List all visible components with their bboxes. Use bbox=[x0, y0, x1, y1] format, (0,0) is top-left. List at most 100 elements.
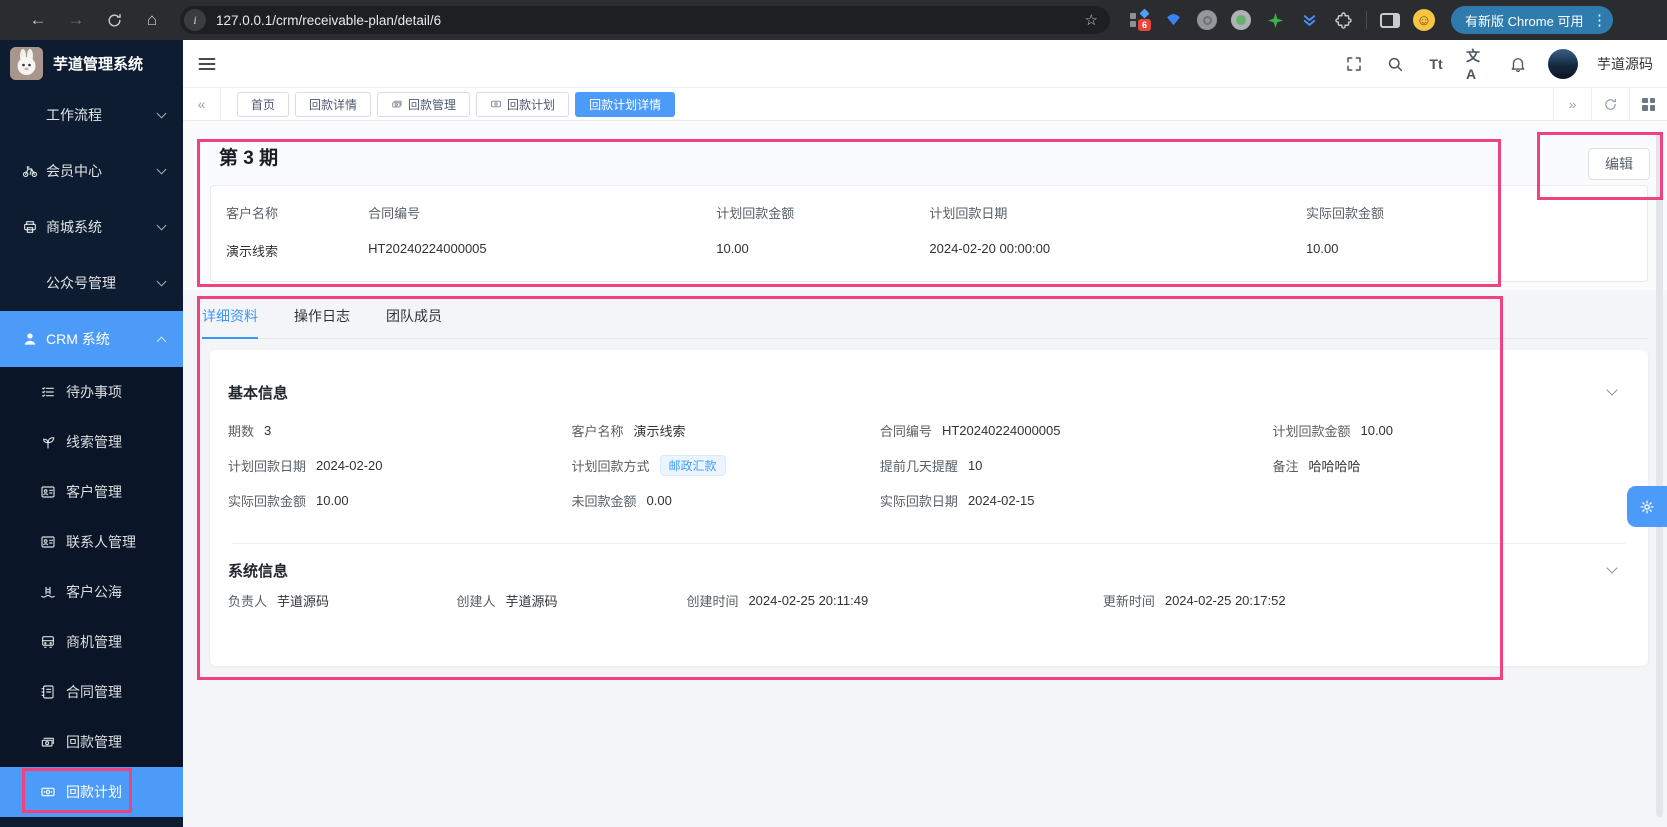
field-contract-no: 合同编号 HT20240224000005 bbox=[879, 422, 1061, 439]
sidebar-item-workflow[interactable]: 工作流程 bbox=[0, 87, 183, 143]
collapse-chevron-icon[interactable] bbox=[1606, 384, 1618, 396]
sidebar-crm-submenu: 待办事项 线索管理 客户管理 联系人管理 客户公海 商机管理 合同管理 回款管理… bbox=[0, 367, 183, 817]
sidebar-item-leads[interactable]: 线索管理 bbox=[0, 417, 183, 467]
tabs-scroll-right-icon[interactable]: » bbox=[1553, 88, 1591, 120]
sidebar-item-mall-system[interactable]: 商城系统 bbox=[0, 199, 183, 255]
sidebar-item-contacts[interactable]: 联系人管理 bbox=[0, 517, 183, 567]
home-icon[interactable]: ⌂ bbox=[140, 8, 164, 32]
field-actual-date: 实际回款日期 2024-02-15 bbox=[879, 492, 1035, 509]
page-content: 第 3 期 编辑 客户名称 演示线索 合同编号 HT20240224000005 bbox=[183, 121, 1667, 827]
side-panel-icon[interactable] bbox=[1379, 9, 1401, 31]
user-avatar[interactable] bbox=[1548, 48, 1578, 79]
tabs-scroll-left-icon[interactable]: « bbox=[183, 88, 221, 120]
tab-team-members[interactable]: 团队成员 bbox=[386, 306, 442, 338]
contract-icon bbox=[40, 684, 56, 700]
bike-icon bbox=[22, 163, 38, 179]
sidebar-item-contracts[interactable]: 合同管理 bbox=[0, 667, 183, 717]
summary-col: 合同编号 HT20240224000005 bbox=[368, 206, 487, 256]
extension-chevrons-icon[interactable] bbox=[1298, 9, 1320, 31]
bookmark-star-icon[interactable]: ☆ bbox=[1085, 11, 1098, 29]
chrome-update-button[interactable]: 有新版 Chrome 可用 ⋮ bbox=[1451, 6, 1614, 34]
todo-list-icon bbox=[40, 384, 56, 400]
refresh-icon[interactable] bbox=[1591, 88, 1629, 120]
bell-icon[interactable] bbox=[1507, 53, 1529, 75]
search-icon[interactable] bbox=[1384, 53, 1406, 75]
field-update-time: 更新时间 2024-02-25 20:17:52 bbox=[1102, 592, 1286, 609]
profile-avatar-icon[interactable]: ☺ bbox=[1413, 9, 1435, 31]
extensions-row: 6 ☺ bbox=[1128, 8, 1435, 31]
field-create-time: 创建时间 2024-02-25 20:11:49 bbox=[686, 592, 869, 609]
language-icon[interactable]: 文A bbox=[1466, 48, 1488, 82]
summary-grid: 客户名称 演示线索 合同编号 HT20240224000005 计划回款金额 1… bbox=[226, 203, 1647, 260]
chevron-down-icon bbox=[156, 220, 167, 231]
address-bar[interactable]: i 127.0.0.1/crm/receivable-plan/detail/6… bbox=[180, 6, 1110, 34]
field-creator: 创建人 芋道源码 bbox=[456, 593, 558, 609]
summary-card: 客户名称 演示线索 合同编号 HT20240224000005 计划回款金额 1… bbox=[210, 185, 1648, 282]
field-planned-date: 计划回款日期 2024-02-20 bbox=[228, 457, 383, 474]
detail-card: 基本信息 期数 3 客户名称 演示线索 合同编号 HT20240224000005 计… bbox=[210, 350, 1648, 666]
tab-home[interactable]: 首页 bbox=[237, 91, 290, 117]
detail-header-section: 第 3 期 编辑 客户名称 演示线索 合同编号 HT20240224000005 bbox=[183, 121, 1667, 290]
username[interactable]: 芋道源码 bbox=[1597, 54, 1653, 74]
summary-col: 计划回款金额 10.00 bbox=[716, 206, 795, 256]
reload-icon[interactable] bbox=[102, 8, 126, 32]
banknote-icon bbox=[490, 98, 502, 110]
font-size-icon[interactable]: Tt bbox=[1425, 53, 1447, 75]
sidebar-item-opportunities[interactable]: 商机管理 bbox=[0, 617, 183, 667]
extensions-puzzle-icon[interactable] bbox=[1332, 9, 1354, 31]
sidebar-item-member-center[interactable]: 会员中心 bbox=[0, 143, 183, 199]
system-info-fields: 负责人 芋道源码 创建人 芋道源码 创建时间 2024-02-25 20:11:49 … bbox=[228, 589, 1630, 611]
tab-receivable-plan-detail[interactable]: 回款计划详情 bbox=[575, 91, 676, 117]
sidebar-item-crm-system[interactable]: CRM 系统 bbox=[0, 311, 183, 367]
sidebar-item-todo[interactable]: 待办事项 bbox=[0, 367, 183, 417]
tab-receivable-detail[interactable]: 回款详情 bbox=[295, 91, 372, 117]
site-info-icon[interactable]: i bbox=[184, 9, 206, 31]
sidebar: 芋道管理系统 工作流程 会员中心 商城系统 公众号管理 CRM 系统 待办事项 … bbox=[0, 40, 183, 827]
header-actions: Tt 文A 芋道源码 bbox=[1343, 48, 1653, 82]
extension-green-star-icon[interactable] bbox=[1264, 9, 1286, 31]
browser-menu-icon[interactable]: ⋮ bbox=[1589, 11, 1609, 29]
extension-kite-icon[interactable] bbox=[1162, 9, 1184, 31]
screen: ← → ⌂ i 127.0.0.1/crm/receivable-plan/de… bbox=[0, 0, 1667, 827]
extension-badge-icon[interactable]: 6 bbox=[1128, 8, 1151, 31]
extension-green-dot-icon[interactable] bbox=[1230, 9, 1252, 31]
open-tabs: 首页 回款详情 回款管理 回款计划 回款计划详情 bbox=[221, 88, 1553, 120]
tab-receivable-plan[interactable]: 回款计划 bbox=[476, 91, 570, 117]
menu-collapse-icon[interactable] bbox=[197, 53, 219, 75]
theme-settings-button[interactable] bbox=[1627, 486, 1667, 527]
extension-knot-icon[interactable] bbox=[1196, 9, 1218, 31]
back-icon[interactable]: ← bbox=[26, 8, 50, 32]
url-text: 127.0.0.1/crm/receivable-plan/detail/6 bbox=[216, 12, 442, 28]
scrollbar[interactable] bbox=[1656, 131, 1663, 817]
app-header: Tt 文A 芋道源码 bbox=[183, 40, 1667, 88]
tab-detail-info[interactable]: 详细资料 bbox=[202, 306, 258, 339]
field-remind-days: 提前几天提醒 10 bbox=[879, 457, 983, 474]
contact-card-icon bbox=[40, 534, 56, 550]
field-actual-amount: 实际回款金额 10.00 bbox=[228, 492, 349, 509]
tab-operation-log[interactable]: 操作日志 bbox=[294, 306, 350, 338]
edit-button[interactable]: 编辑 bbox=[1588, 148, 1650, 180]
pool-icon bbox=[40, 584, 56, 600]
collapse-chevron-icon[interactable] bbox=[1606, 562, 1618, 574]
chevron-down-icon bbox=[156, 108, 167, 119]
layout-grid-icon[interactable] bbox=[1629, 88, 1667, 120]
forward-icon[interactable]: → bbox=[64, 8, 88, 32]
extension-badge-count: 6 bbox=[1138, 19, 1151, 31]
printer-icon bbox=[22, 219, 38, 235]
fullscreen-icon[interactable] bbox=[1343, 53, 1365, 75]
page-tab-bar: « 首页 回款详情 回款管理 回款计划 回款计划详情 » bbox=[183, 88, 1667, 121]
sidebar-item-official-account[interactable]: 公众号管理 bbox=[0, 255, 183, 311]
chevron-down-icon bbox=[156, 276, 167, 287]
app-title: 芋道管理系统 bbox=[53, 56, 144, 73]
banknote-icon bbox=[40, 784, 56, 800]
chrome-update-label: 有新版 Chrome 可用 bbox=[1465, 13, 1584, 29]
tab-receivable-manage[interactable]: 回款管理 bbox=[377, 91, 471, 117]
sidebar-item-customers[interactable]: 客户管理 bbox=[0, 467, 183, 517]
sidebar-item-receivables[interactable]: 回款管理 bbox=[0, 717, 183, 767]
seedling-icon bbox=[40, 434, 56, 450]
money-stack-icon bbox=[40, 734, 56, 750]
toolbar-divider bbox=[1366, 11, 1367, 29]
logo-rabbit-icon bbox=[10, 47, 43, 80]
sidebar-item-customer-pool[interactable]: 客户公海 bbox=[0, 567, 183, 617]
sidebar-item-receivable-plan[interactable]: 回款计划 bbox=[0, 767, 183, 817]
